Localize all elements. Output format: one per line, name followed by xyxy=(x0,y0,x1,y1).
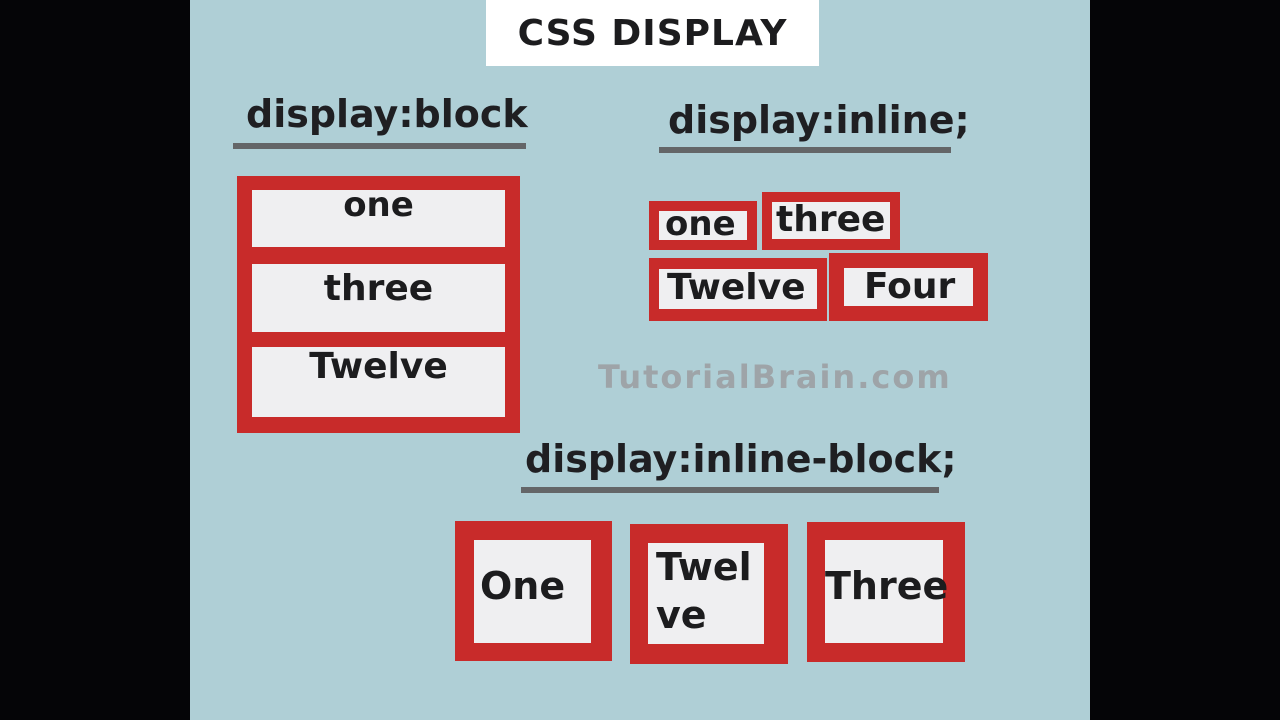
inline-block-item-one-box: One xyxy=(455,521,612,661)
block-item-three: three xyxy=(252,264,505,332)
inline-item-four-box: Four xyxy=(829,253,988,321)
block-item-one: one xyxy=(252,188,505,247)
inline-item-one-box: one xyxy=(649,201,757,250)
inline-heading: display:inline; xyxy=(668,98,970,142)
block-heading: display:block xyxy=(246,92,528,136)
inline-item-twelve: Twelve xyxy=(659,269,817,309)
inline-block-item-three: Three xyxy=(825,540,948,643)
inline-block-heading: display:inline-block; xyxy=(525,437,957,481)
inline-block-item-twelve-box: Twel ve xyxy=(630,524,788,664)
inline-item-four: Four xyxy=(844,268,973,306)
inline-block-underline xyxy=(521,487,939,493)
watermark: TutorialBrain.com xyxy=(598,358,952,396)
inline-item-three: three xyxy=(772,202,890,239)
inline-block-item-three-box: Three xyxy=(807,522,965,662)
inline-block-item-twelve-line2: ve xyxy=(656,593,707,637)
block-item-twelve: Twelve xyxy=(252,347,505,417)
inline-underline xyxy=(659,147,951,153)
title-box: CSS DISPLAY xyxy=(486,0,819,66)
inline-item-three-box: three xyxy=(762,192,900,250)
inline-item-twelve-box: Twelve xyxy=(649,258,827,321)
inline-block-item-one: One xyxy=(474,540,591,643)
inline-block-item-twelve: Twel ve xyxy=(648,543,764,644)
block-container: one three Twelve xyxy=(237,176,520,433)
inline-item-one: one xyxy=(659,207,747,241)
inline-block-item-twelve-line1: Twel xyxy=(656,545,752,589)
page-title: CSS DISPLAY xyxy=(517,12,788,54)
slide: CSS DISPLAY display:block one three Twel… xyxy=(190,0,1090,720)
block-underline xyxy=(233,143,526,149)
